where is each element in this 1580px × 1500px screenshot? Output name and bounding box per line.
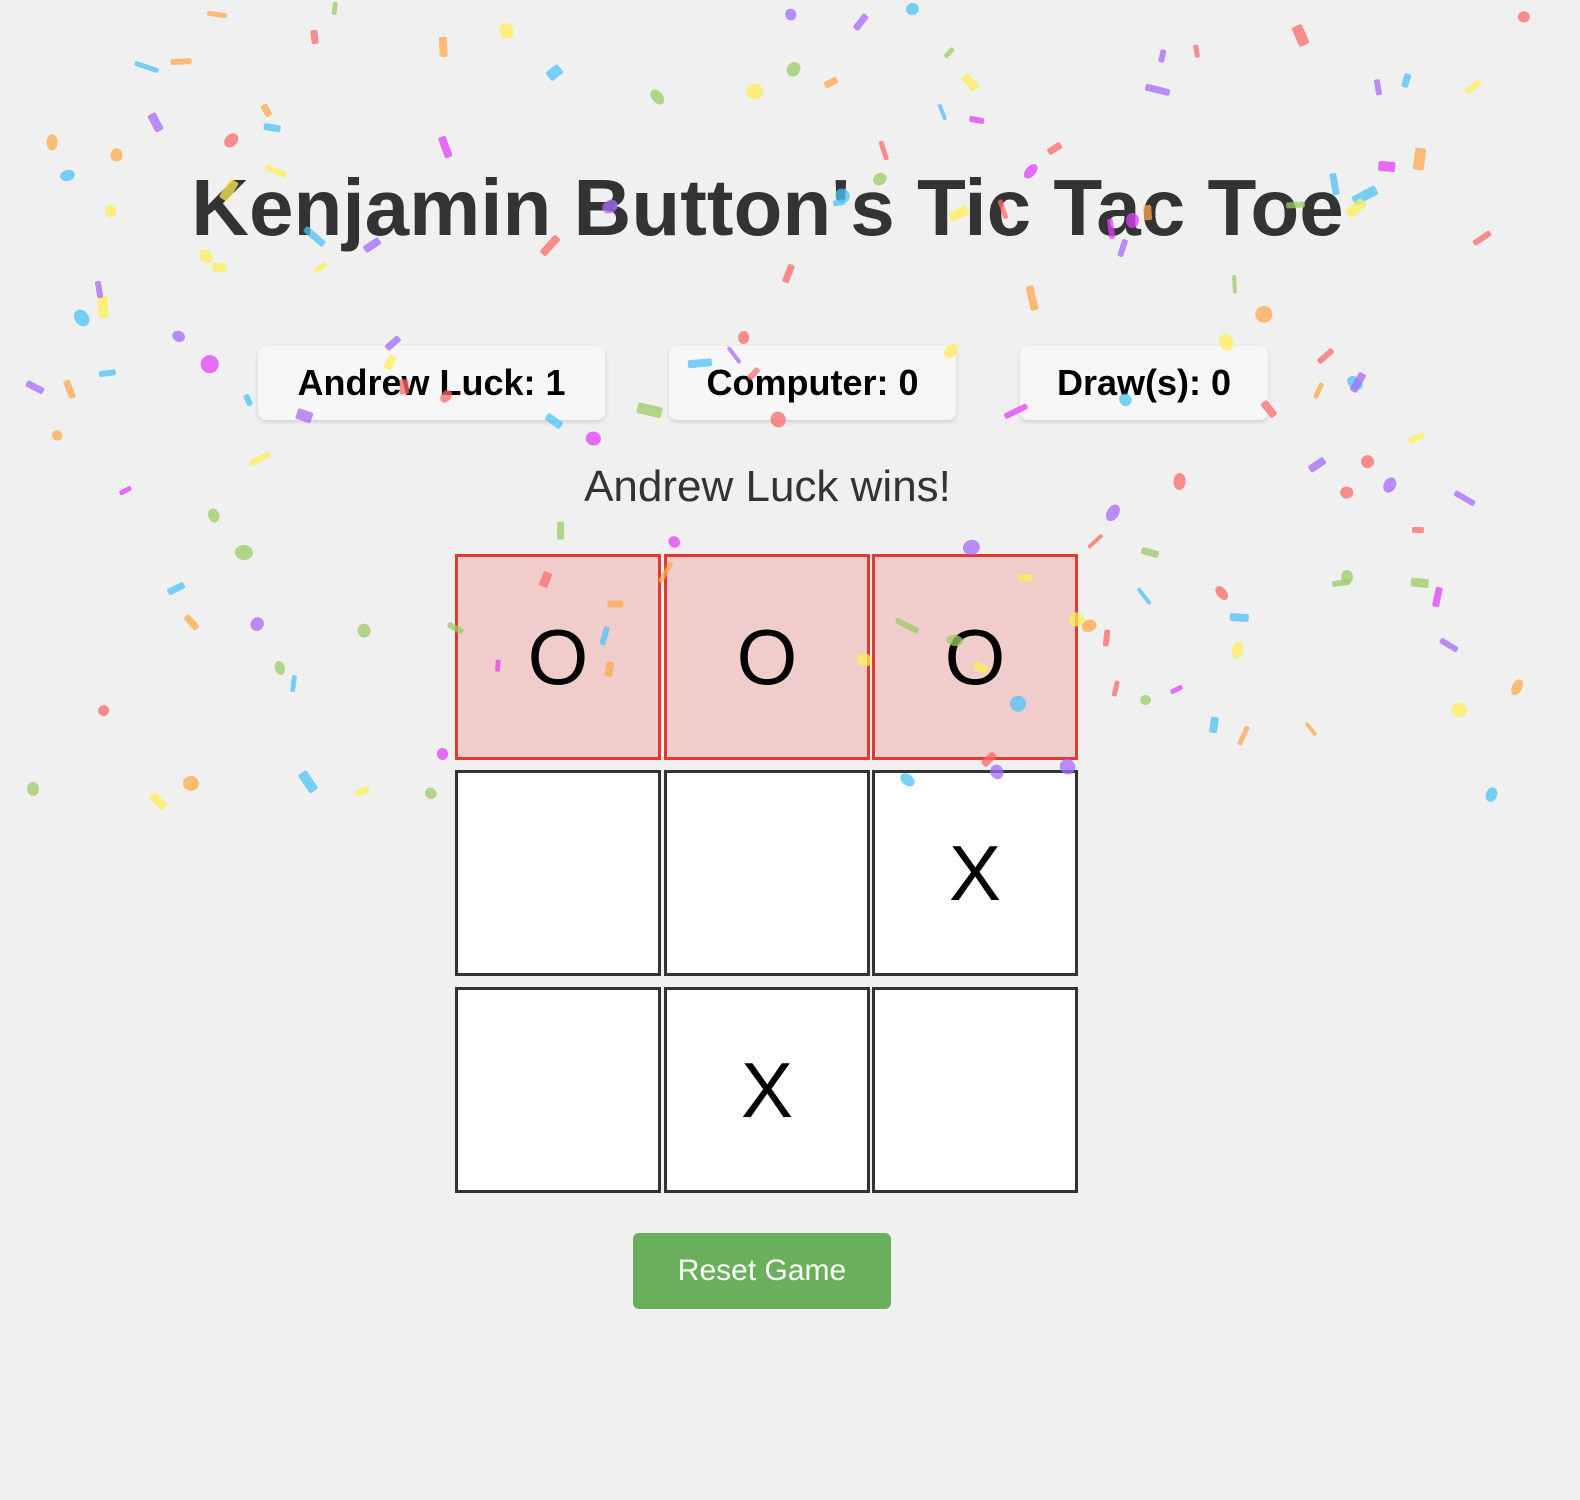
board-cell-6[interactable]: [455, 987, 661, 1193]
board-cell-7[interactable]: X: [664, 987, 870, 1193]
board-cell-8[interactable]: [872, 987, 1078, 1193]
status-message: Andrew Luck wins!: [584, 462, 951, 511]
board-cell-1[interactable]: O: [664, 554, 870, 760]
computer-score-badge: Computer: 0: [669, 346, 956, 420]
board-cell-4[interactable]: [664, 770, 870, 976]
board-cell-5[interactable]: X: [872, 770, 1078, 976]
game-container: Kenjamin Button's Tic Tac Toe Andrew Luc…: [0, 0, 1580, 1500]
player-score-badge: Andrew Luck: 1: [258, 346, 605, 420]
draws-score-badge: Draw(s): 0: [1020, 346, 1268, 420]
game-board: O O O X X: [455, 554, 1079, 1194]
board-cell-3[interactable]: [455, 770, 661, 976]
page-title: Kenjamin Button's Tic Tac Toe: [191, 163, 1344, 252]
reset-game-button[interactable]: Reset Game: [633, 1233, 891, 1309]
board-cell-0[interactable]: O: [455, 554, 661, 760]
board-cell-2[interactable]: O: [872, 554, 1078, 760]
